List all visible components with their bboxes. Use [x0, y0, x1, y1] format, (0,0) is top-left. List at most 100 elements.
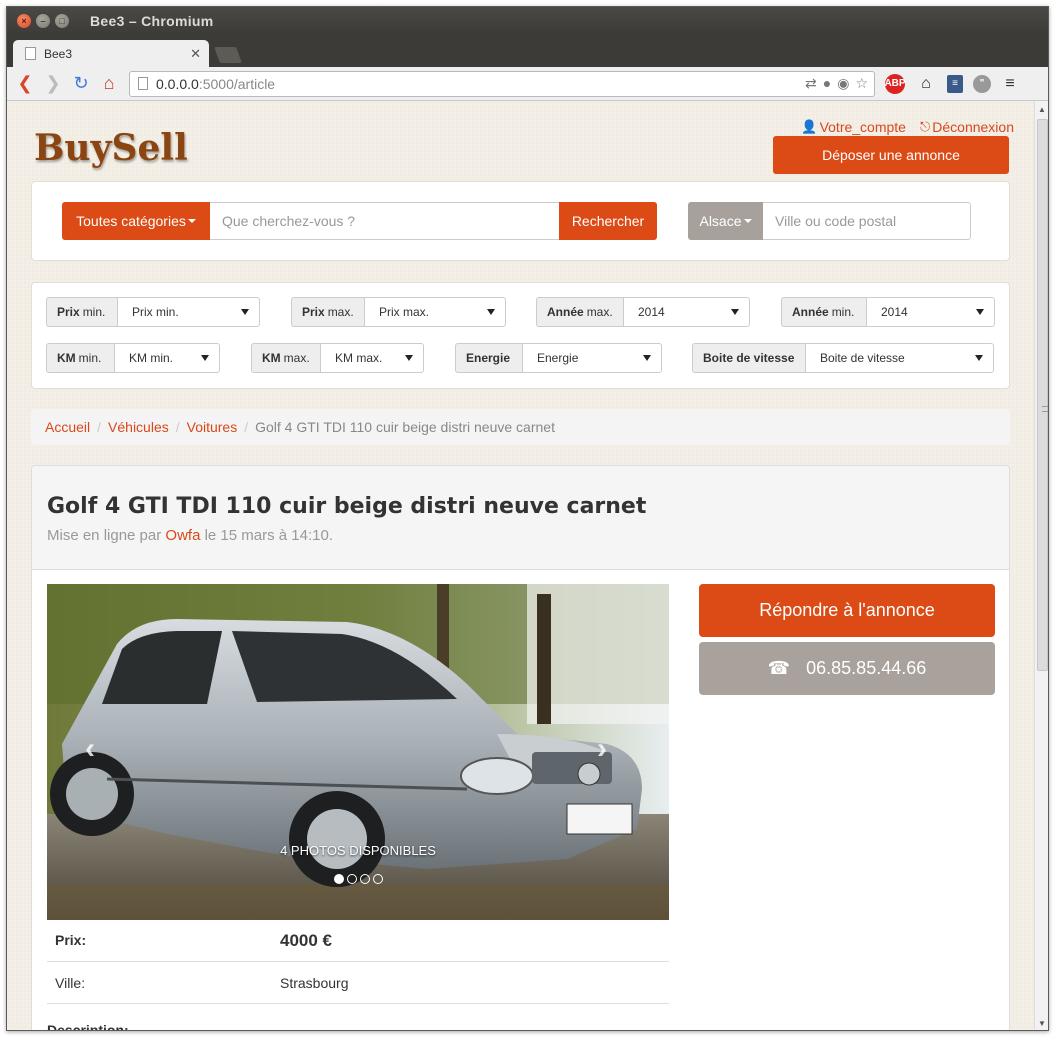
home-icon[interactable]: ⌂	[97, 72, 121, 96]
account-link[interactable]: 👤 Votre_compte	[801, 119, 906, 135]
tab-title: Bee3	[44, 46, 73, 61]
filter-select[interactable]: KM max.	[320, 343, 424, 373]
menu-icon[interactable]: ≡	[1001, 75, 1019, 93]
phone-number: 06.85.85.44.66	[806, 658, 927, 678]
filter-select[interactable]: 2014	[866, 297, 995, 327]
maximize-window-icon[interactable]: □	[55, 14, 69, 28]
photo-carousel[interactable]: ‹ › 4 PHOTOS DISPONIBLES	[47, 584, 669, 920]
filter-year-max[interactable]: Année max. 2014	[536, 297, 750, 327]
carousel-indicators	[334, 874, 383, 884]
carousel-next-icon[interactable]: ›	[597, 732, 607, 766]
document-extension-icon[interactable]: ≡	[947, 74, 963, 93]
filter-label: KM min.	[46, 343, 114, 373]
filter-select[interactable]: KM min.	[114, 343, 220, 373]
filter-km-min[interactable]: KM min. KM min.	[46, 343, 220, 373]
scroll-down-icon[interactable]: ▼	[1038, 1019, 1046, 1028]
site-logo[interactable]: BuySell	[34, 127, 188, 169]
dropdown-arrow-icon	[201, 355, 209, 361]
chat-bubble-icon[interactable]: "	[973, 74, 991, 93]
carousel-dot[interactable]	[334, 874, 344, 884]
carousel-dot[interactable]	[347, 874, 357, 884]
star-icon[interactable]: ☆	[855, 75, 868, 92]
city-input[interactable]: Ville ou code postal	[763, 202, 971, 240]
breadcrumb-cars[interactable]: Voitures	[187, 419, 238, 435]
city-label: Ville:	[55, 974, 86, 991]
account-link-label: Votre_compte	[819, 119, 906, 135]
page-icon	[25, 47, 36, 60]
post-ad-button[interactable]: Déposer une annonce	[773, 136, 1009, 174]
reply-button[interactable]: Répondre à l'annonce	[699, 584, 995, 637]
car-photo	[47, 584, 669, 920]
carousel-dot[interactable]	[373, 874, 383, 884]
back-icon[interactable]: ❮	[13, 72, 37, 96]
dropdown-arrow-icon	[976, 309, 984, 315]
scrollbar[interactable]: ▲ ▼	[1034, 101, 1048, 1030]
search-panel: Toutes catégories Que cherchez-vous ? Re…	[31, 181, 1010, 261]
scrollbar-thumb[interactable]	[1037, 119, 1048, 671]
new-tab-button[interactable]	[214, 47, 242, 63]
phone-icon: ☎	[767, 658, 791, 678]
filter-select[interactable]: Prix min.	[117, 297, 260, 327]
filter-gearbox[interactable]: Boite de vitesse Boite de vitesse	[692, 343, 994, 373]
reload-icon[interactable]: ↻	[69, 72, 93, 96]
close-tab-icon[interactable]: ✕	[190, 46, 201, 62]
region-label: Alsace	[699, 213, 742, 229]
city-value: Strasbourg	[280, 974, 349, 991]
region-dropdown[interactable]: Alsace	[688, 202, 763, 240]
author-link[interactable]: Owfa	[165, 527, 200, 544]
caret-icon	[187, 219, 196, 223]
dropdown-arrow-icon	[643, 355, 651, 361]
phone-button[interactable]: ☎ 06.85.85.44.66	[699, 642, 995, 695]
filter-select[interactable]: 2014	[623, 297, 750, 327]
filter-select[interactable]: Energie	[522, 343, 662, 373]
breadcrumb-home[interactable]: Accueil	[45, 419, 90, 435]
carousel-dot[interactable]	[360, 874, 370, 884]
filter-label: KM max.	[251, 343, 320, 373]
filter-price-max[interactable]: Prix max. Prix max.	[291, 297, 506, 327]
price-value: 4000 €	[280, 930, 332, 950]
article-meta: Mise en ligne par Owfa le 15 mars à 14:1…	[47, 527, 333, 544]
breadcrumb: Accueil / Véhicules / Voitures / Golf 4 …	[31, 409, 1010, 445]
search-button[interactable]: Rechercher	[559, 202, 657, 240]
adblock-icon[interactable]: ABP	[884, 73, 906, 94]
page-icon	[138, 77, 148, 90]
handshake-icon[interactable]: ⇄	[805, 75, 817, 92]
filter-select[interactable]: Boite de vitesse	[805, 343, 994, 373]
search-input[interactable]: Que cherchez-vous ?	[210, 202, 560, 240]
lightbulb-icon[interactable]: ●	[823, 75, 831, 92]
description-label: Description:	[47, 1022, 129, 1031]
filter-price-min[interactable]: Prix min. Prix min.	[46, 297, 260, 327]
caret-icon	[743, 219, 752, 223]
url-path: :5000/article	[198, 75, 276, 92]
scroll-up-icon[interactable]: ▲	[1038, 105, 1046, 114]
account-links: 👤 Votre_compte ⎋ Déconnexion	[801, 119, 1014, 135]
dropdown-arrow-icon	[975, 355, 983, 361]
filter-label: Prix min.	[46, 297, 117, 327]
address-bar[interactable]: 0.0.0.0:5000/article ⇄ ● ◉ ☆	[129, 70, 875, 97]
dropdown-arrow-icon	[731, 309, 739, 315]
cookie-icon[interactable]: ◉	[837, 75, 849, 92]
filter-label: Année min.	[781, 297, 866, 327]
breadcrumb-vehicles[interactable]: Véhicules	[108, 419, 169, 435]
breadcrumb-current: Golf 4 GTI TDI 110 cuir beige distri neu…	[255, 419, 555, 435]
browser-toolbar: ❮ ❯ ↻ ⌂ 0.0.0.0:5000/article ⇄ ● ◉ ☆ ABP…	[7, 67, 1048, 101]
filters-panel: Prix min. Prix min. Prix max. Prix max. An…	[31, 282, 1010, 389]
filter-label: Boite de vitesse	[692, 343, 805, 373]
filter-select[interactable]: Prix max.	[364, 297, 506, 327]
filter-km-max[interactable]: KM max. KM max.	[251, 343, 424, 373]
minimize-window-icon[interactable]: –	[36, 14, 50, 28]
article-panel: Golf 4 GTI TDI 110 cuir beige distri neu…	[31, 465, 1010, 1031]
category-dropdown[interactable]: Toutes catégories	[62, 202, 210, 240]
filter-energy[interactable]: Energie Energie	[455, 343, 662, 373]
tab-strip: Bee3 ✕	[7, 35, 1048, 67]
logout-link[interactable]: ⎋ Déconnexion	[920, 119, 1014, 135]
forward-icon[interactable]: ❯	[41, 72, 65, 96]
close-window-icon[interactable]: ×	[17, 14, 31, 28]
badge-home-icon[interactable]: ⌂	[915, 74, 937, 94]
carousel-prev-icon[interactable]: ‹	[85, 732, 95, 766]
logout-icon: ⎋	[919, 119, 931, 134]
browser-window: × – □ Bee3 – Chromium Bee3 ✕ ❮ ❯ ↻ ⌂ 0.0…	[6, 6, 1049, 1031]
filter-year-min[interactable]: Année min. 2014	[781, 297, 995, 327]
browser-tab[interactable]: Bee3 ✕	[13, 40, 209, 67]
filter-label: Prix max.	[291, 297, 364, 327]
